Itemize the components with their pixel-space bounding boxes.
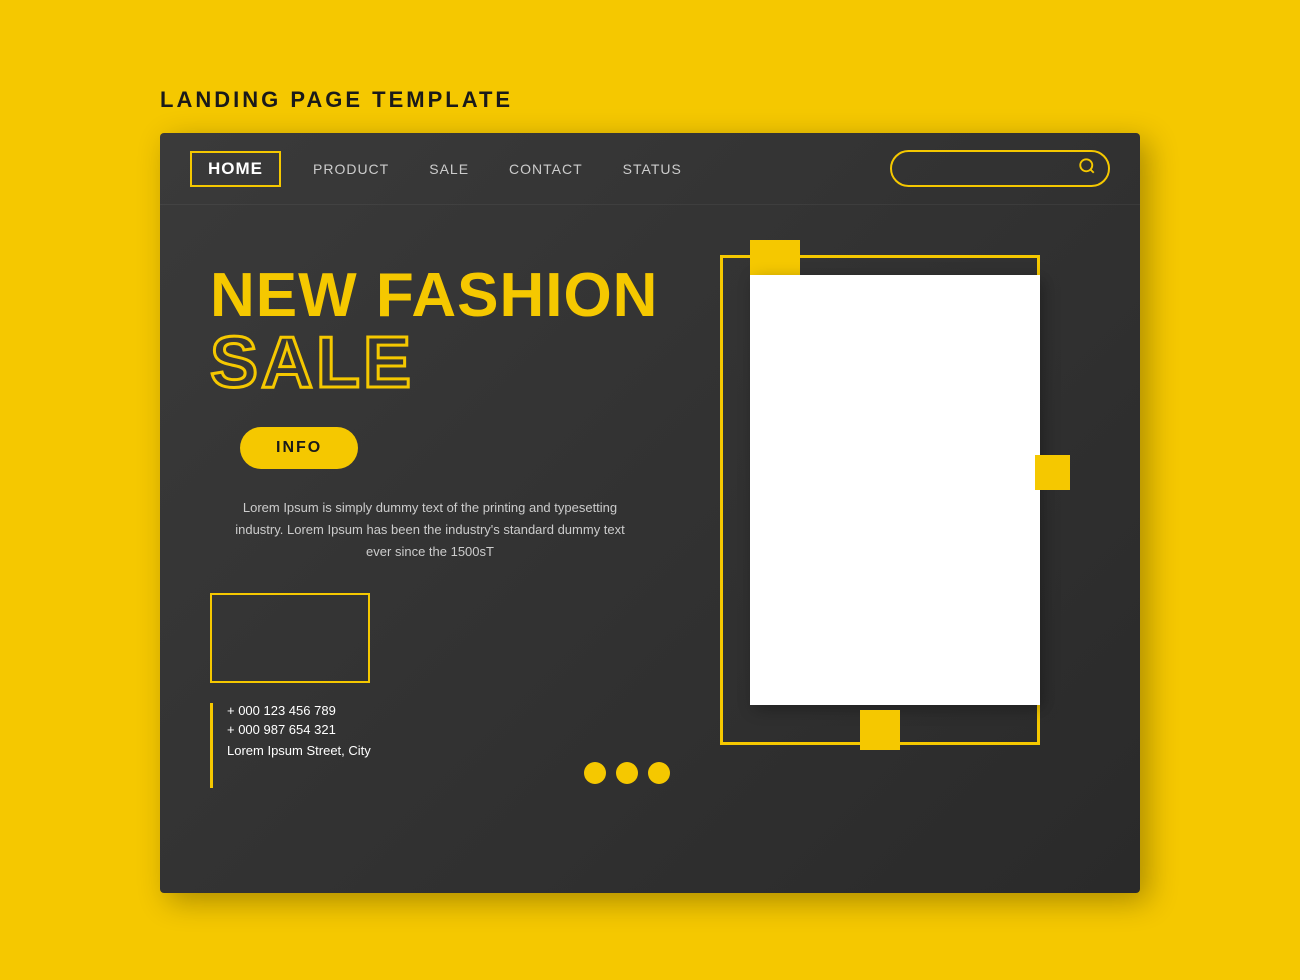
search-icon[interactable]: [1078, 157, 1096, 180]
page-label: LANDING PAGE TEMPLATE: [160, 87, 1140, 113]
landing-card: HOME PRODUCT SALE CONTACT STATUS: [160, 133, 1140, 893]
search-input[interactable]: [908, 161, 1078, 176]
right-section: [670, 235, 1090, 893]
nav-links: PRODUCT SALE CONTACT STATUS: [313, 161, 890, 177]
social-dot-1[interactable]: [584, 762, 606, 784]
deco-yellow-box: [210, 593, 370, 683]
social-dot-2[interactable]: [616, 762, 638, 784]
deco-square-bottom: [860, 710, 900, 750]
address: Lorem Ipsum Street, City: [227, 743, 371, 758]
social-dot-3[interactable]: [648, 762, 670, 784]
nav-home-link[interactable]: HOME: [190, 151, 281, 187]
description-text: Lorem Ipsum is simply dummy text of the …: [230, 497, 630, 563]
image-placeholder: [750, 275, 1040, 705]
left-section: NEW FASHION SALE INFO Lorem Ipsum is sim…: [210, 235, 670, 893]
search-box[interactable]: [890, 150, 1110, 187]
contact-info: + 000 123 456 789 + 000 987 654 321 Lore…: [210, 703, 371, 788]
main-content: NEW FASHION SALE INFO Lorem Ipsum is sim…: [160, 205, 1140, 893]
social-dots: [584, 762, 670, 784]
nav-sale[interactable]: SALE: [429, 161, 469, 177]
info-button[interactable]: INFO: [240, 427, 358, 469]
nav-status[interactable]: STATUS: [623, 161, 682, 177]
headline-sale: SALE: [210, 327, 670, 399]
phone2: + 000 987 654 321: [227, 722, 371, 737]
nav-contact[interactable]: CONTACT: [509, 161, 583, 177]
headline-new-fashion: NEW FASHION: [210, 265, 670, 327]
deco-square-right: [1035, 455, 1070, 490]
navbar: HOME PRODUCT SALE CONTACT STATUS: [160, 133, 1140, 205]
phone1: + 000 123 456 789: [227, 703, 371, 718]
nav-product[interactable]: PRODUCT: [313, 161, 389, 177]
page-background: LANDING PAGE TEMPLATE HOME PRODUCT SALE …: [160, 87, 1140, 893]
